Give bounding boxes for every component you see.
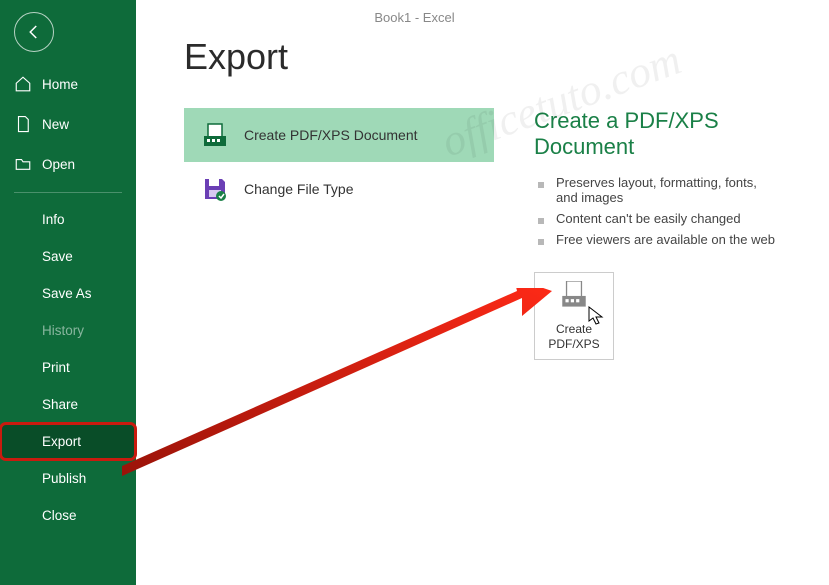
sidebar-item-label: Print bbox=[42, 360, 70, 375]
sidebar-item-save-as[interactable]: Save As bbox=[0, 275, 136, 312]
sidebar-item-label: Export bbox=[42, 434, 81, 449]
pdf-document-icon bbox=[202, 122, 228, 148]
export-options: Create PDF/XPS Document Change File Type bbox=[184, 108, 494, 360]
sidebar: Home New Open Info Save Save As History … bbox=[0, 0, 136, 585]
sidebar-divider bbox=[14, 192, 122, 193]
arrow-left-icon bbox=[25, 23, 43, 41]
sidebar-item-label: Publish bbox=[42, 471, 86, 486]
sidebar-item-label: Share bbox=[42, 397, 78, 412]
sidebar-item-label: Info bbox=[42, 212, 65, 227]
sidebar-item-history: History bbox=[0, 312, 136, 349]
option-change-file-type[interactable]: Change File Type bbox=[184, 162, 494, 216]
pdf-document-icon bbox=[560, 281, 588, 316]
home-icon bbox=[14, 75, 32, 93]
sidebar-item-label: New bbox=[42, 117, 69, 132]
sidebar-item-close[interactable]: Close bbox=[0, 497, 136, 534]
sidebar-item-label: Save As bbox=[42, 286, 92, 301]
sidebar-item-export[interactable]: Export bbox=[0, 423, 136, 460]
sidebar-item-new[interactable]: New bbox=[0, 104, 136, 144]
sidebar-item-label: Home bbox=[42, 77, 78, 92]
create-pdf-xps-button[interactable]: Create PDF/XPS bbox=[534, 272, 614, 360]
option-create-pdf-xps[interactable]: Create PDF/XPS Document bbox=[184, 108, 494, 162]
sidebar-item-info[interactable]: Info bbox=[0, 201, 136, 238]
sidebar-item-label: History bbox=[42, 323, 84, 338]
export-details: Create a PDF/XPS Document Preserves layo… bbox=[534, 108, 781, 360]
sidebar-item-label: Save bbox=[42, 249, 73, 264]
sidebar-item-publish[interactable]: Publish bbox=[0, 460, 136, 497]
details-bullet: Preserves layout, formatting, fonts, and… bbox=[534, 172, 781, 208]
sidebar-item-label: Open bbox=[42, 157, 75, 172]
page-title: Export bbox=[184, 36, 781, 78]
details-list: Preserves layout, formatting, fonts, and… bbox=[534, 172, 781, 250]
details-title: Create a PDF/XPS Document bbox=[534, 108, 781, 160]
details-bullet: Free viewers are available on the web bbox=[534, 229, 781, 250]
sidebar-item-share[interactable]: Share bbox=[0, 386, 136, 423]
sidebar-item-home[interactable]: Home bbox=[0, 64, 136, 104]
option-label: Create PDF/XPS Document bbox=[244, 127, 418, 143]
sidebar-item-save[interactable]: Save bbox=[0, 238, 136, 275]
sidebar-item-label: Close bbox=[42, 508, 77, 523]
sidebar-item-open[interactable]: Open bbox=[0, 144, 136, 184]
open-icon bbox=[14, 155, 32, 173]
sidebar-item-print[interactable]: Print bbox=[0, 349, 136, 386]
option-label: Change File Type bbox=[244, 181, 353, 197]
new-icon bbox=[14, 115, 32, 133]
main-panel: officetuto.com Export Create PDF/XPS Doc… bbox=[136, 0, 829, 585]
details-bullet: Content can't be easily changed bbox=[534, 208, 781, 229]
save-disk-icon bbox=[202, 176, 228, 202]
cta-label: Create PDF/XPS bbox=[535, 322, 613, 351]
